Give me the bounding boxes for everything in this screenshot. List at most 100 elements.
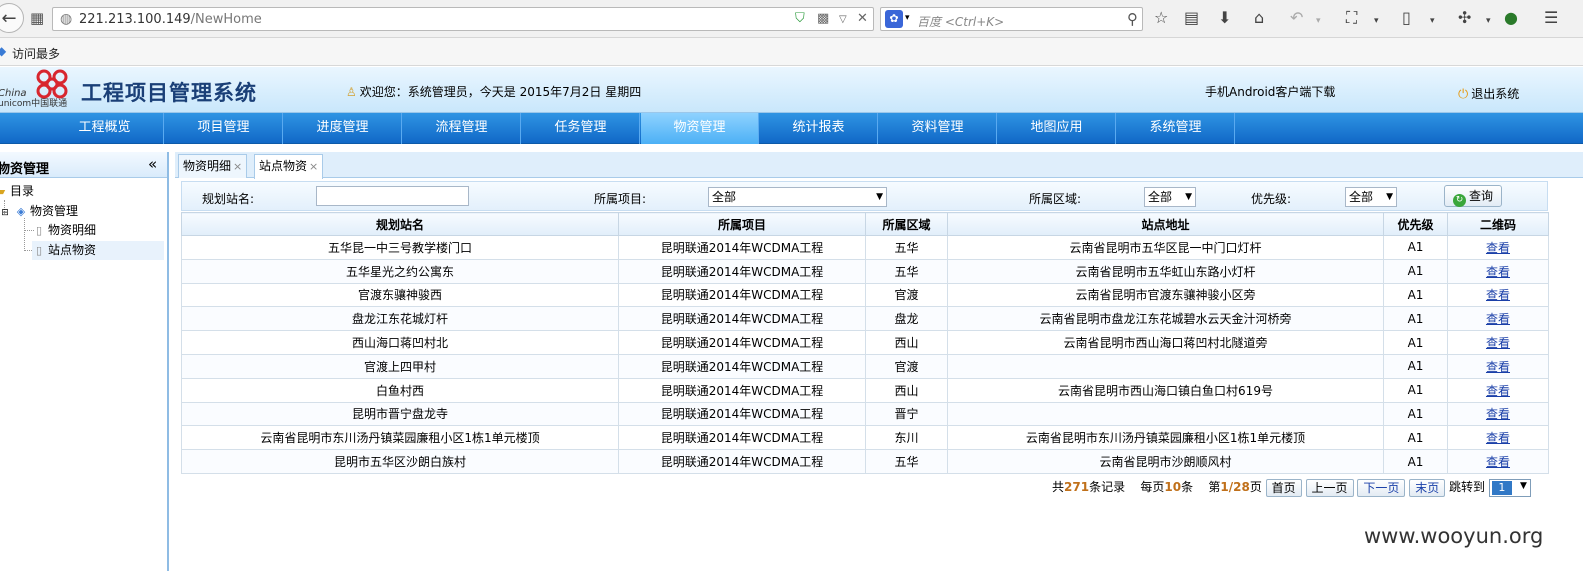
table-row[interactable]: 白鱼村西 昆明联通2014年WCDMA工程 西山 云南省昆明市西山海口镇白鱼口村… xyxy=(181,377,1549,403)
tree-item-root[interactable]: ▰ 目录 xyxy=(0,182,34,201)
nav-item-map[interactable]: 地图应用 xyxy=(998,113,1116,144)
chevron-down-icon[interactable]: ▾ xyxy=(1430,12,1435,30)
android-download-link[interactable]: 手机Android客户端下载 xyxy=(1205,83,1335,100)
last-page-button[interactable]: 末页 xyxy=(1409,478,1446,497)
address-bar[interactable]: ◍ 221.213.100.149/NewHome ⛉ ▩ ▽ ✕ xyxy=(52,7,874,31)
nav-item-documents[interactable]: 资料管理 xyxy=(879,113,997,144)
crop-icon[interactable]: ⛶ xyxy=(1346,9,1357,27)
dropdown-triangle-icon[interactable]: ▽ xyxy=(839,14,847,25)
column-header-qrcode[interactable]: 二维码 xyxy=(1447,212,1549,236)
close-icon[interactable]: × xyxy=(309,160,318,173)
query-button[interactable]: ↻ 查询 xyxy=(1444,185,1502,207)
view-qrcode-link[interactable]: 查看 xyxy=(1486,431,1510,445)
chevron-down-icon[interactable]: ▾ xyxy=(1486,12,1491,30)
cell-station-name: 白鱼村西 xyxy=(181,377,619,403)
view-qrcode-link[interactable]: 查看 xyxy=(1486,288,1510,302)
nav-item-reports[interactable]: 统计报表 xyxy=(760,113,878,144)
tab-material-detail[interactable]: 物资明细 × xyxy=(178,154,248,178)
table-row[interactable]: 昆明市晋宁盘龙寺 昆明联通2014年WCDMA工程 晋宁 A1 查看 xyxy=(181,401,1549,427)
nav-item-tasks[interactable]: 任务管理 xyxy=(522,113,640,144)
nav-item-workflow[interactable]: 流程管理 xyxy=(403,113,521,144)
devices-icon[interactable]: ▯ xyxy=(1402,9,1411,27)
table-row[interactable]: 五华昆一中三号教学楼门口 昆明联通2014年WCDMA工程 五华 云南省昆明市五… xyxy=(181,235,1549,260)
shield-icon[interactable]: ⛉ xyxy=(795,11,805,26)
cell-station-name: 五华星光之约公寓东 xyxy=(181,258,619,284)
qr-code-icon[interactable]: ▩ xyxy=(817,11,829,26)
tab-site-materials[interactable]: 站点物资 × xyxy=(254,154,324,179)
tree-item-site-materials[interactable]: ▯ 站点物资 xyxy=(32,241,164,260)
undo-icon[interactable]: ↶ xyxy=(1290,9,1303,27)
view-qrcode-link[interactable]: 查看 xyxy=(1486,455,1510,469)
table-row[interactable]: 盘龙江东花城灯杆 昆明联通2014年WCDMA工程 盘龙 云南省昆明市盘龙江东花… xyxy=(181,306,1549,332)
nav-item-overview[interactable]: 工程概览 xyxy=(46,113,164,144)
table-row[interactable]: 昆明市五华区沙朗白族村 昆明联通2014年WCDMA工程 五华 云南省昆明市沙朗… xyxy=(181,449,1549,474)
station-name-input[interactable] xyxy=(316,186,469,206)
expand-minus-icon[interactable]: ⊟ xyxy=(0,204,12,223)
first-page-button[interactable]: 首页 xyxy=(1265,478,1302,497)
nav-item-progress[interactable]: 进度管理 xyxy=(284,113,402,144)
magnifier-icon[interactable]: ⚲ xyxy=(1127,10,1138,28)
chevron-down-icon[interactable]: ▾ xyxy=(1374,12,1379,30)
cell-priority: A1 xyxy=(1383,353,1448,379)
view-qrcode-link[interactable]: 查看 xyxy=(1486,407,1510,421)
table-row[interactable]: 西山海口蒋凹村北 昆明联通2014年WCDMA工程 西山 云南省昆明市西山海口蒋… xyxy=(181,330,1549,355)
table-row[interactable]: 官渡东骧神骏西 昆明联通2014年WCDMA工程 官渡 云南省昆明市官渡东骧神骏… xyxy=(181,282,1549,308)
star-icon[interactable]: ☆ xyxy=(1154,9,1168,27)
station-name-label: 规划站名: xyxy=(202,192,255,206)
tab-groups-icon[interactable]: ▦ xyxy=(30,9,44,27)
url-text[interactable]: 221.213.100.149/NewHome xyxy=(79,12,262,27)
view-qrcode-link[interactable]: 查看 xyxy=(1486,312,1510,326)
priority-select[interactable]: 全部 ▼ xyxy=(1345,187,1397,207)
welcome-message: ♙ 欢迎您：系统管理员，今天是 2015年7月2日 星期四 xyxy=(346,83,641,100)
download-icon[interactable]: ⬇ xyxy=(1218,9,1231,27)
nav-item-materials[interactable]: 物资管理 xyxy=(641,113,759,144)
home-icon[interactable]: ⌂ xyxy=(1254,9,1264,27)
column-header-region[interactable]: 所属区域 xyxy=(865,212,948,236)
cell-priority: A1 xyxy=(1383,306,1448,332)
view-qrcode-link[interactable]: 查看 xyxy=(1486,241,1510,255)
close-icon[interactable]: ✕ xyxy=(857,11,868,26)
welcome-text: 欢迎您：系统管理员，今天是 2015年7月2日 星期四 xyxy=(359,85,642,99)
column-header-station-name[interactable]: 规划站名 xyxy=(181,212,619,236)
addon-circle-icon[interactable]: ● xyxy=(1504,9,1518,27)
pagination: 共271条记录 每页10条 第1/28页 首页 上一页 下一页 末页 跳转到 1… xyxy=(1052,478,1531,498)
filter-bar: 规划站名: 所属项目: 全部 ▼ 所属区域: 全部 ▼ 优先级: 全部 ▼ ↻ 查询 xyxy=(181,181,1548,211)
tree-item-materials[interactable]: ⊟ ◈ 物资管理 xyxy=(0,202,78,221)
nav-item-system[interactable]: 系统管理 xyxy=(1117,113,1235,144)
clipboard-icon[interactable]: ▤ xyxy=(1184,9,1199,27)
close-icon[interactable]: × xyxy=(233,160,242,173)
back-arrow-icon: ← xyxy=(1,7,17,29)
column-header-address[interactable]: 站点地址 xyxy=(947,212,1384,236)
view-qrcode-link[interactable]: 查看 xyxy=(1486,360,1510,374)
cell-station-name: 云南省昆明市东川汤丹镇菜园廉租小区1栋1单元楼顶 xyxy=(181,425,619,451)
table-row[interactable]: 五华星光之约公寓东 昆明联通2014年WCDMA工程 五华 云南省昆明市五华虹山… xyxy=(181,258,1549,284)
view-qrcode-link[interactable]: 查看 xyxy=(1486,384,1510,398)
region-select[interactable]: 全部 ▼ xyxy=(1144,187,1196,207)
prev-page-button[interactable]: 上一页 xyxy=(1305,478,1354,497)
tree-item-material-detail[interactable]: ▯ 物资明细 xyxy=(32,221,96,240)
table-row[interactable]: 云南省昆明市东川汤丹镇菜园廉租小区1栋1单元楼顶 昆明联通2014年WCDMA工… xyxy=(181,425,1549,451)
column-header-priority[interactable]: 优先级 xyxy=(1383,212,1448,236)
search-box[interactable]: ✿ ▾ 百度 <Ctrl+K> ⚲ xyxy=(880,7,1143,31)
cell-project: 昆明联通2014年WCDMA工程 xyxy=(618,306,866,332)
chevron-down-icon[interactable]: ▾ xyxy=(905,13,910,23)
extension-icon[interactable]: ✣ xyxy=(1458,9,1471,27)
bookmark-most-visited[interactable]: 访问最多 xyxy=(12,45,60,62)
menu-icon[interactable]: ☰ xyxy=(1544,9,1558,27)
cell-qrcode: 查看 xyxy=(1447,449,1549,474)
view-qrcode-link[interactable]: 查看 xyxy=(1486,336,1510,350)
table-row[interactable]: 官渡上四甲村 昆明联通2014年WCDMA工程 官渡 A1 查看 xyxy=(181,353,1549,379)
view-qrcode-link[interactable]: 查看 xyxy=(1486,265,1510,279)
back-button[interactable]: ← xyxy=(0,3,24,33)
paw-icon[interactable]: ✿ xyxy=(885,10,903,28)
double-chevron-left-icon[interactable]: « xyxy=(148,155,157,173)
page-jump-select[interactable]: 1 ▼ xyxy=(1488,478,1531,497)
app-header: China unicom中国联通 工程项目管理系统 ♙ 欢迎您：系统管理员，今天是… xyxy=(0,67,1583,113)
nav-item-projects[interactable]: 项目管理 xyxy=(165,113,283,144)
chevron-down-icon[interactable]: ▾ xyxy=(1316,12,1321,30)
logout-button[interactable]: ⏻ 退出系统 xyxy=(1458,85,1519,102)
next-page-button[interactable]: 下一页 xyxy=(1357,478,1406,497)
project-select[interactable]: 全部 ▼ xyxy=(708,187,887,207)
column-header-project[interactable]: 所属项目 xyxy=(618,212,866,236)
cell-priority: A1 xyxy=(1383,377,1448,403)
